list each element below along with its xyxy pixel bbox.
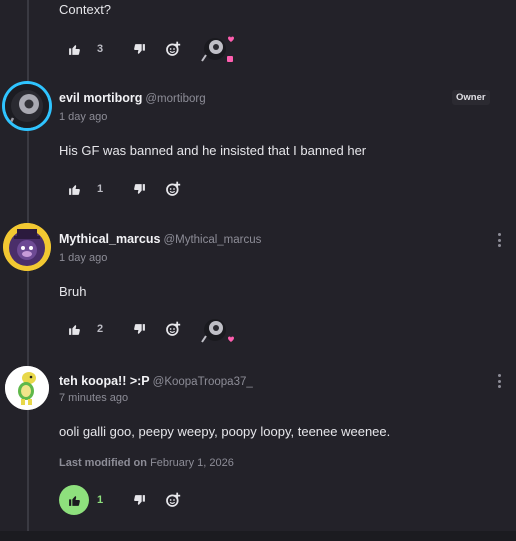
- last-modified-date: February 1, 2026: [150, 457, 234, 469]
- robot-avatar-icon: [5, 84, 49, 128]
- add-reaction-icon: [166, 321, 181, 336]
- last-modified: Last modified on February 1, 2026: [59, 457, 234, 469]
- like-count: 1: [97, 494, 104, 506]
- like-button[interactable]: [66, 41, 82, 57]
- author-handle[interactable]: @mortiborg: [145, 93, 205, 105]
- comment-text: Bruh: [59, 284, 87, 299]
- comment-text: ooli galli goo, peepy weepy, poopy loopy…: [59, 424, 391, 439]
- thumbs-up-icon: [68, 184, 80, 195]
- comment-text: His GF was banned and he insisted that I…: [59, 143, 367, 158]
- bottom-bar: [0, 531, 516, 541]
- author-handle[interactable]: @KoopaTroopa37_: [153, 376, 253, 388]
- like-count: 1: [97, 183, 104, 195]
- author-name-text[interactable]: evil mortiborg: [59, 91, 142, 105]
- avatar[interactable]: [5, 366, 49, 410]
- dislike-button[interactable]: [131, 321, 147, 337]
- dislike-button[interactable]: [131, 41, 147, 57]
- avatar[interactable]: [5, 84, 49, 128]
- more-options-icon[interactable]: [495, 374, 503, 388]
- more-options-icon[interactable]: [495, 233, 503, 247]
- add-reaction-button[interactable]: [164, 320, 182, 338]
- add-reaction-button[interactable]: [164, 40, 182, 58]
- like-button[interactable]: [66, 321, 82, 337]
- owner-badge: Owner: [452, 90, 490, 105]
- thumbs-up-icon: [68, 44, 80, 55]
- freddy-avatar-icon: [3, 223, 51, 271]
- thumbs-down-icon: [133, 183, 145, 194]
- thumbs-up-icon: [68, 324, 80, 335]
- like-button-active[interactable]: [59, 485, 89, 515]
- robot-sticker-icon: [201, 319, 234, 343]
- add-reaction-button[interactable]: [164, 180, 182, 198]
- like-count: 3: [97, 43, 104, 55]
- thumbs-down-icon: [133, 323, 145, 334]
- thumbs-up-icon: [68, 495, 80, 506]
- author-name-text[interactable]: teh koopa!! >:P: [59, 374, 150, 388]
- timestamp[interactable]: 7 minutes ago: [59, 392, 128, 404]
- robot-sticker-icon: [201, 36, 234, 62]
- add-reaction-button[interactable]: [164, 491, 182, 509]
- add-reaction-icon: [166, 41, 181, 56]
- author-name[interactable]: evil mortiborg @mortiborg: [59, 91, 206, 105]
- dislike-button[interactable]: [131, 492, 147, 508]
- last-modified-label: Last modified on: [59, 457, 147, 469]
- thumbs-down-icon: [133, 43, 145, 54]
- timestamp[interactable]: 1 day ago: [59, 111, 107, 123]
- author-name-text[interactable]: Mythical_marcus: [59, 232, 160, 246]
- like-button[interactable]: [66, 181, 82, 197]
- author-handle[interactable]: @Mythical_marcus: [163, 234, 261, 246]
- author-name[interactable]: Mythical_marcus @Mythical_marcus: [59, 232, 261, 246]
- add-reaction-icon: [166, 492, 181, 507]
- add-reaction-icon: [166, 181, 181, 196]
- dislike-button[interactable]: [131, 181, 147, 197]
- thumbs-down-icon: [133, 494, 145, 505]
- koopa-avatar-icon: [5, 366, 49, 410]
- timestamp[interactable]: 1 day ago: [59, 252, 107, 264]
- author-name[interactable]: teh koopa!! >:P @KoopaTroopa37_: [59, 374, 253, 388]
- reaction-sticker[interactable]: [198, 314, 238, 346]
- avatar[interactable]: [3, 223, 51, 271]
- comment-text: Context?: [59, 2, 112, 17]
- like-count: 2: [97, 323, 104, 335]
- reaction-sticker[interactable]: [198, 32, 238, 64]
